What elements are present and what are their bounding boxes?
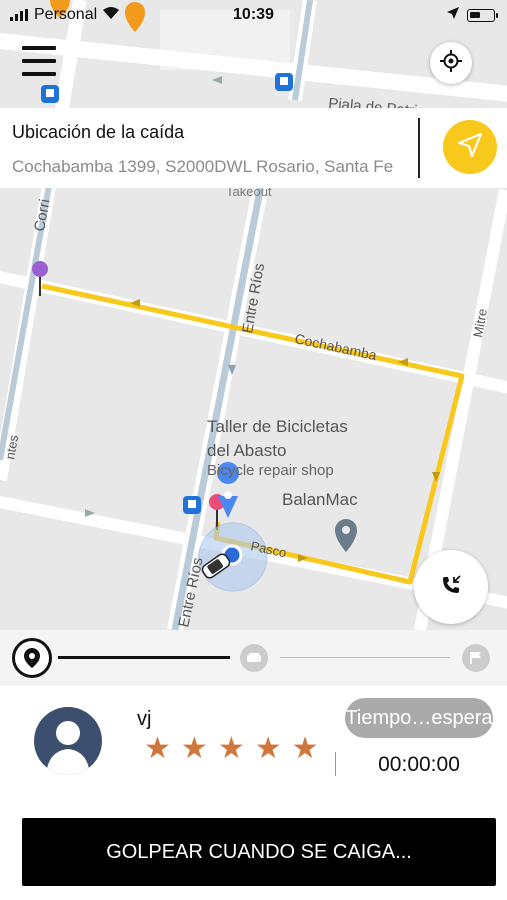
dropoff-card[interactable]: Ubicación de la caída Cochabamba 1399, S… [0, 108, 507, 188]
status-time: 10:39 [233, 6, 274, 23]
poi-bike-name-line2: del Abasto [207, 441, 286, 460]
wait-timer: 00:00:00 [378, 753, 460, 776]
paper-plane-icon [457, 132, 483, 163]
finish-flag-icon [462, 644, 490, 672]
divider [335, 752, 336, 776]
poi-balanmac: BalanMac [282, 490, 358, 509]
location-arrow-icon [447, 6, 459, 24]
crosshair-icon [440, 49, 462, 77]
trip-progress [0, 630, 507, 686]
car-stage-icon [240, 644, 268, 672]
wait-time-button[interactable]: Tiempo…espera [345, 698, 493, 738]
progress-line-pending [280, 657, 450, 658]
dropoff-title: Ubicación de la caída [12, 122, 185, 142]
progress-line-done [58, 656, 230, 659]
phone-icon [441, 574, 461, 600]
locate-button[interactable] [430, 42, 472, 84]
divider [418, 118, 420, 178]
star-icon: ★ [180, 732, 208, 765]
star-icon: ★ [254, 732, 282, 765]
battery-icon [467, 8, 498, 22]
star-icon: ★ [291, 732, 319, 765]
map-view[interactable]: Piala de Patria Corri ntes Entre Ríos En… [0, 0, 507, 630]
rating-stars: ★ ★ ★ ★ ★ [144, 733, 319, 765]
poi-bike-category: Bicycle repair shop [207, 462, 334, 479]
dropoff-address: Cochabamba 1399, S2000DWL Rosario, Santa… [12, 157, 394, 176]
call-button[interactable] [414, 550, 488, 624]
hamburger-menu-icon[interactable] [22, 46, 56, 76]
poi-bike-name-line1: Taller de Bicicletas [207, 417, 348, 436]
status-bar: Personal 10:39 [0, 0, 507, 30]
star-icon: ★ [217, 732, 245, 765]
status-right [447, 6, 498, 24]
avatar [34, 707, 102, 775]
drop-action-button[interactable]: GOLPEAR CUANDO SE CAIGA... [22, 818, 496, 886]
navigate-button[interactable] [443, 120, 497, 174]
star-icon: ★ [144, 732, 171, 765]
pickup-marker-icon [12, 638, 52, 678]
driver-name: vj [137, 708, 152, 730]
